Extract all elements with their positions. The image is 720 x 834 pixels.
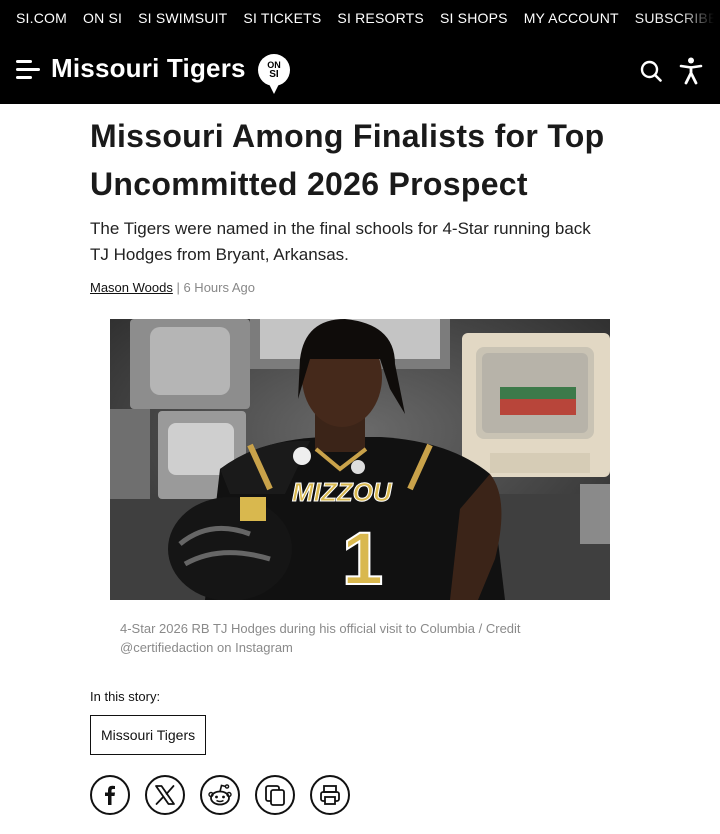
site-brand[interactable]: Missouri Tigers [51, 53, 246, 84]
brand-row: Missouri Tigers ON SI [0, 46, 720, 96]
article-headline: Missouri Among Finalists for Top Uncommi… [90, 118, 605, 202]
byline-separator: | [172, 280, 184, 295]
on-si-badge: ON SI [258, 54, 290, 94]
article-dek: The Tigers were named in the final schoo… [90, 219, 591, 264]
article-photo-illustration: MIZZOU 1 [110, 319, 610, 600]
x-icon [155, 785, 175, 805]
accessibility-icon[interactable] [679, 57, 703, 85]
share-bar [90, 775, 365, 815]
share-facebook-button[interactable] [90, 775, 130, 815]
in-this-story-label: In this story: [90, 689, 161, 704]
nav-link-si-tickets[interactable]: SI TICKETS [243, 10, 321, 26]
byline: Mason Woods | 6 Hours Ago [90, 280, 255, 295]
jersey-text: MIZZOU [292, 477, 393, 507]
print-button[interactable] [310, 775, 350, 815]
copy-icon [265, 785, 285, 806]
site-header: SI.COM ON SI SI SWIMSUIT SI TICKETS SI R… [0, 0, 720, 104]
print-icon [320, 785, 340, 805]
nav-link-on-si[interactable]: ON SI [83, 10, 122, 26]
search-icon[interactable] [640, 60, 662, 82]
share-x-button[interactable] [145, 775, 185, 815]
author-link[interactable]: Mason Woods [90, 280, 173, 295]
nav-link-si-swimsuit[interactable]: SI SWIMSUIT [138, 10, 227, 26]
on-si-badge-bottom: SI [269, 69, 279, 80]
reddit-icon [208, 784, 232, 806]
jersey-number: 1 [342, 517, 383, 600]
nav-link-si-resorts[interactable]: SI RESORTS [337, 10, 424, 26]
facebook-icon [105, 785, 115, 805]
nav-fade [680, 0, 720, 36]
publish-time: 6 Hours Ago [183, 280, 256, 295]
story-tag-missouri-tigers[interactable]: Missouri Tigers [90, 715, 207, 755]
article-photo: MIZZOU 1 [110, 319, 610, 600]
menu-icon[interactable] [16, 59, 42, 81]
share-reddit-button[interactable] [200, 775, 240, 815]
copy-link-button[interactable] [255, 775, 295, 815]
nav-link-my-account[interactable]: MY ACCOUNT [524, 10, 619, 26]
nav-link-si-shops[interactable]: SI SHOPS [440, 10, 508, 26]
top-nav: SI.COM ON SI SI SWIMSUIT SI TICKETS SI R… [16, 10, 720, 26]
photo-caption: 4-Star 2026 RB TJ Hodges during his offi… [120, 621, 521, 655]
nav-link-si-com[interactable]: SI.COM [16, 10, 67, 26]
